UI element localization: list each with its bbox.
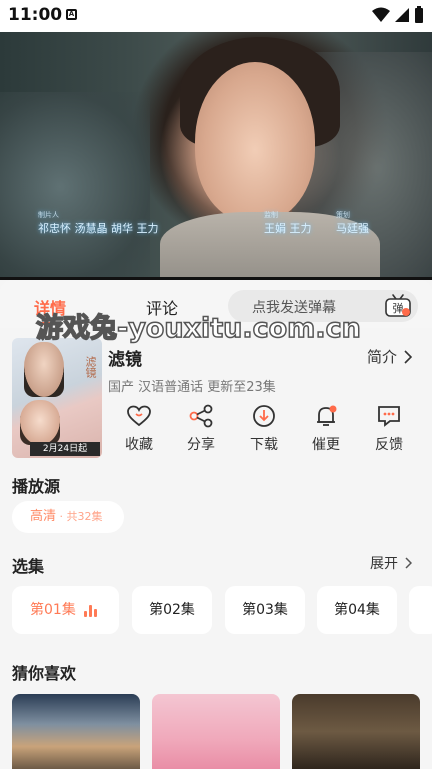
chevron-right-icon [405,557,412,569]
credits-right-role: 监制 [264,211,278,219]
action-row: 收藏 分享 下载 催更 反馈 [108,404,418,460]
play-source-quality: 高清 [30,509,57,524]
danmu-button-glyph: 弹 [393,301,404,315]
recommend-card[interactable] [152,694,280,769]
download-label: 下载 [250,437,278,453]
credits-right: 监制 王娟 王力 [264,210,312,236]
poster-figure-2 [20,400,60,445]
show-poster[interactable]: 滤镜 2月24日起 [12,338,102,458]
recommend-list [12,694,432,769]
urge-update-label: 催更 [312,437,340,453]
poster-date: 2月24日起 [30,442,100,456]
share-label: 分享 [187,437,215,453]
notification-icon: A [66,9,77,20]
credits-right2-role: 策划 [336,211,350,219]
video-player[interactable]: 制片人 祁忠怀 汤慧晶 胡华 王力 监制 王娟 王力 策划 马廷强 [0,32,432,280]
credits-right-names: 王娟 王力 [264,222,312,235]
feedback-button[interactable]: 反馈 [366,404,412,454]
system-icons [372,6,424,24]
signal-icon [395,8,409,22]
bell-icon [317,405,337,426]
recommend-title: 猜你喜欢 [12,664,77,683]
credits-right2: 策划 马廷强 [336,210,369,236]
credits-left: 制片人 祁忠怀 汤慧晶 胡华 王力 [38,210,159,236]
episode-5-partial[interactable] [409,586,432,634]
episode-3[interactable]: 第03集 [225,586,305,634]
clock: 11:00 [8,5,63,25]
favorite-label: 收藏 [125,437,153,453]
episodes-expand-button[interactable]: 展开 [370,553,412,573]
play-source-title: 播放源 [12,477,61,496]
credits-left-role: 制片人 [38,211,59,219]
battery-icon [415,6,423,23]
danmu-toggle-icon[interactable]: 弹 [384,292,412,318]
expand-label: 展开 [370,556,398,572]
poster-figure-1 [24,342,64,397]
share-icon [189,404,213,428]
recommend-card[interactable] [12,694,140,769]
status-bar: 11:00 A [0,0,432,32]
credits-right2-names: 马廷强 [336,222,369,235]
chevron-right-icon [404,349,412,364]
play-source-chip[interactable]: 高清 · 共32集 [12,501,124,533]
favorite-button[interactable]: 收藏 [116,404,162,454]
share-button[interactable]: 分享 [178,404,224,454]
intro-button[interactable]: 简介 [367,346,412,367]
heart-icon [127,405,151,427]
show-meta: 国产 汉语普通话 更新至23集 [108,380,276,395]
episode-2[interactable]: 第02集 [132,586,212,634]
playing-indicator-icon [84,605,97,617]
credits-left-names: 祁忠怀 汤慧晶 胡华 王力 [38,222,159,235]
feedback-icon [378,406,400,427]
urge-update-button[interactable]: 催更 [303,404,349,454]
download-icon [253,405,275,427]
watermark-text: 游戏兔-youxitu.com.cn [35,312,361,345]
video-background-left [0,92,150,280]
episode-1-label: 第01集 [30,602,76,618]
show-title: 滤镜 [108,350,142,370]
episodes-title: 选集 [12,557,45,576]
episode-4[interactable]: 第04集 [317,586,397,634]
video-figure-face [195,62,315,222]
episode-1[interactable]: 第01集 [12,586,119,634]
recommend-card[interactable] [292,694,420,769]
intro-label: 简介 [366,348,397,366]
feedback-label: 反馈 [375,437,403,453]
wifi-icon [372,7,390,22]
play-source-count: · 共32集 [56,510,103,523]
poster-title: 滤镜 [84,356,97,378]
download-button[interactable]: 下载 [241,404,287,454]
